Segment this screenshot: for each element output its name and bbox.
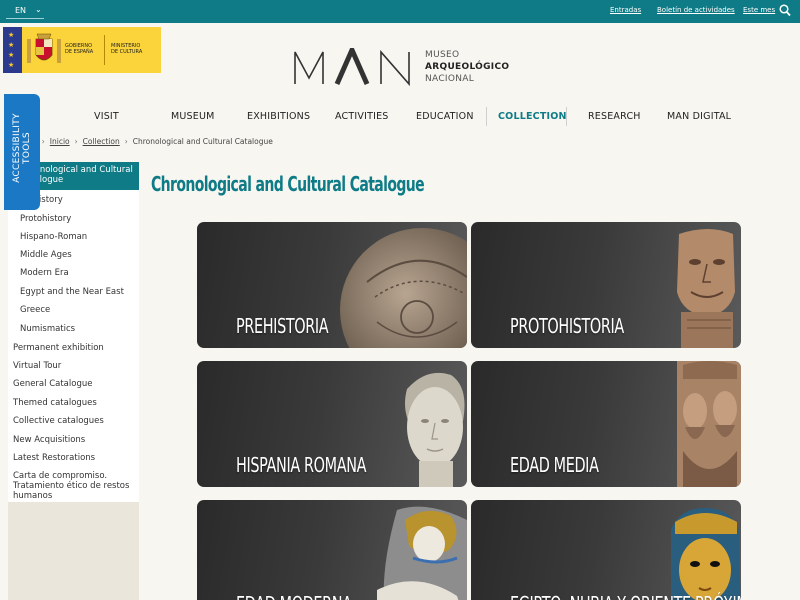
- accessibility-label: ACCESSIBILITY TOOLS: [12, 113, 32, 183]
- search-icon[interactable]: [779, 4, 791, 17]
- card-label: PREHISTORIA: [236, 314, 329, 338]
- sidebar-subitem-modern-era[interactable]: Modern Era: [20, 268, 69, 278]
- sidebar-item-themed-catalogues[interactable]: Themed catalogues: [13, 398, 97, 408]
- nav-exhibitions[interactable]: EXHIBITIONS: [247, 111, 310, 122]
- sidebar-subitem-egypt[interactable]: Egypt and the Near East: [20, 287, 124, 297]
- baroque-sculpture-image: [377, 506, 467, 600]
- main-navigation: VISIT MUSEUM EXHIBITIONS ACTIVITIES EDUC…: [60, 107, 800, 127]
- museum-name-line3: NACIONAL: [425, 74, 475, 84]
- nav-museum[interactable]: MUSEUM: [171, 111, 215, 122]
- eu-flag-strip: ★ ★ ★ ★: [3, 27, 22, 73]
- sidebar: Chronological and Cultural Catalogue Pre…: [8, 162, 139, 600]
- catalogue-card-egipto[interactable]: EGIPTO, NUBIA Y ORIENTE PRÓXIMO: [471, 500, 741, 600]
- romanesque-capital-image: [677, 361, 741, 487]
- sidebar-item-permanent-exhibition[interactable]: Permanent exhibition: [13, 343, 104, 353]
- breadcrumb-collection[interactable]: Collection: [83, 137, 120, 146]
- sidebar-subitem-hispano-roman[interactable]: Hispano-Roman: [20, 232, 87, 242]
- nav-separator: [486, 107, 487, 126]
- ministry-label: MINISTERIO DE CULTURA: [111, 43, 143, 55]
- museum-name-line2: ARQUEOLÓGICO: [425, 62, 510, 72]
- catalogue-card-edad-moderna[interactable]: EDAD MODERNA: [197, 500, 467, 600]
- nav-separator: [566, 107, 567, 126]
- catalogue-card-edad-media[interactable]: EDAD MEDIA: [471, 361, 741, 487]
- nav-man-digital[interactable]: MAN DIGITAL: [667, 111, 731, 122]
- government-logo[interactable]: ★ ★ ★ ★ GOBIERNO DE ESPAÑA MINISTERIO DE CU…: [3, 27, 161, 73]
- nav-education[interactable]: EDUCATION: [416, 111, 474, 122]
- sidebar-item-latest-restorations[interactable]: Latest Restorations: [13, 453, 95, 463]
- sidebar-subitem-middle-ages[interactable]: Middle Ages: [20, 250, 72, 260]
- card-label: EDAD MEDIA: [510, 453, 599, 477]
- museum-name-line1: MUSEO: [425, 50, 460, 60]
- sidebar-item-new-acquisitions[interactable]: New Acquisitions: [13, 435, 85, 445]
- nav-research[interactable]: RESEARCH: [588, 111, 641, 122]
- card-label: HISPANIA ROMANA: [236, 453, 367, 477]
- sidebar-item-general-catalogue[interactable]: General Catalogue: [13, 379, 92, 389]
- newsletter-link[interactable]: Boletín de actividades: [657, 6, 735, 14]
- breadcrumb-current: Chronological and Cultural Catalogue: [132, 137, 273, 146]
- language-code: EN: [15, 6, 27, 15]
- sidebar-subitem-protohistory[interactable]: Protohistory: [20, 214, 71, 224]
- sidebar-subitem-numismatics[interactable]: Numismatics: [20, 324, 75, 334]
- sidebar-subitem-greece[interactable]: Greece: [20, 305, 50, 315]
- man-logo[interactable]: [293, 48, 413, 86]
- spain-coat-of-arms-icon: [27, 33, 61, 63]
- card-label: EGIPTO, NUBIA Y ORIENTE PRÓXIMO: [510, 592, 741, 600]
- gov-label: GOBIERNO DE ESPAÑA: [65, 43, 94, 55]
- this-month-link[interactable]: Este mes: [743, 6, 775, 14]
- accessibility-tools-button[interactable]: ACCESSIBILITY TOOLS: [4, 94, 40, 210]
- gov-divider: [104, 35, 105, 65]
- page-title: Chronological and Cultural Catalogue: [151, 172, 425, 196]
- tickets-link[interactable]: Entradas: [610, 6, 641, 14]
- sidebar-item-collective-catalogues[interactable]: Collective catalogues: [13, 416, 104, 426]
- top-bar: EN ⌄ Entradas Boletín de actividades Est…: [0, 0, 800, 23]
- card-label: EDAD MODERNA: [236, 592, 352, 600]
- carved-stone-ball-image: [340, 228, 467, 348]
- nav-visit[interactable]: VISIT: [94, 111, 119, 122]
- card-label: PROTOHISTORIA: [510, 314, 624, 338]
- sidebar-item-ethics-charter[interactable]: Carta de compromiso. Tratamiento ético d…: [13, 471, 135, 501]
- nav-collection[interactable]: COLLECTION: [498, 111, 567, 122]
- catalogue-card-hispania-romana[interactable]: HISPANIA ROMANA: [197, 361, 467, 487]
- language-selector[interactable]: EN ⌄: [6, 3, 44, 19]
- egyptian-mask-image: [671, 508, 741, 600]
- breadcrumb: ⌂›Inicio›Collection›Chronological and Cu…: [32, 137, 273, 146]
- sidebar-item-virtual-tour[interactable]: Virtual Tour: [13, 361, 61, 371]
- chevron-down-icon: ⌄: [35, 5, 42, 14]
- museum-name[interactable]: MUSEO ARQUEOLÓGICO NACIONAL: [425, 49, 509, 85]
- breadcrumb-home[interactable]: Inicio: [50, 137, 70, 146]
- catalogue-card-protohistory[interactable]: PROTOHISTORIA: [471, 222, 741, 348]
- nav-activities[interactable]: ACTIVITIES: [335, 111, 389, 122]
- catalogue-card-prehistory[interactable]: PREHISTORIA: [197, 222, 467, 348]
